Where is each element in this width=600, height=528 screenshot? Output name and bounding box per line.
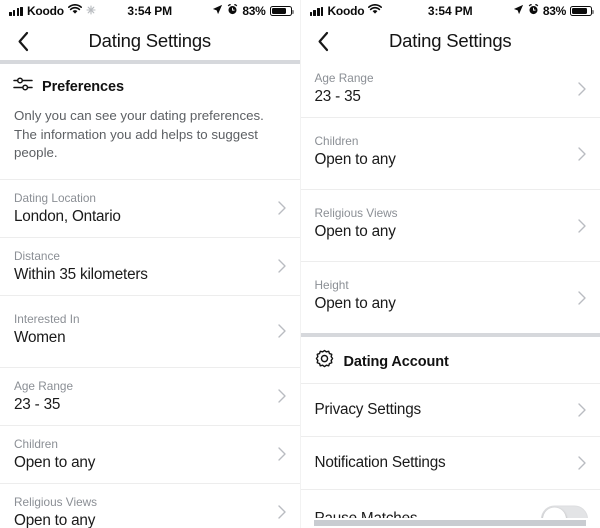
row-value: Privacy Settings: [314, 401, 422, 418]
back-button[interactable]: [311, 28, 337, 54]
right-phone-screen: Koodo 3:54 PM 83% Dating Settings Age Ra…: [300, 0, 600, 528]
left-phone-screen: Koodo 3:54 PM 83% Dating Settings Prefer…: [0, 0, 301, 528]
home-indicator-bar: [300, 518, 600, 528]
chevron-right-icon: [577, 290, 587, 306]
chevron-right-icon: [577, 81, 587, 97]
row-value: Open to any: [314, 223, 396, 240]
row-value: Women: [14, 328, 66, 346]
row-value: London, Ontario: [14, 207, 121, 225]
nav-header-left: Dating Settings: [0, 22, 300, 60]
chevron-right-icon: [277, 258, 287, 274]
row-children[interactable]: Children Open to any: [0, 424, 300, 483]
chevron-right-icon: [277, 200, 287, 216]
row-label: Age Range: [314, 71, 374, 85]
sliders-icon: [13, 76, 33, 97]
row-children[interactable]: Children Open to any: [300, 117, 600, 189]
chevron-right-icon: [577, 402, 587, 418]
page-title: Dating Settings: [389, 30, 512, 51]
row-label: Religious Views: [314, 206, 398, 220]
row-religious-views[interactable]: Religious Views Open to any: [300, 189, 600, 261]
row-religious-views[interactable]: Religious Views Open to any: [0, 482, 300, 528]
chevron-right-icon: [277, 388, 287, 404]
row-value: Notification Settings: [314, 454, 446, 471]
chevron-right-icon: [577, 146, 587, 162]
preferences-section-label: Preferences: [42, 78, 124, 95]
chevron-right-icon: [277, 504, 287, 520]
row-value: Open to any: [314, 151, 396, 168]
preferences-section-header: Preferences: [0, 64, 300, 105]
gear-icon: [314, 349, 335, 375]
row-interested-in[interactable]: Interested In Women: [0, 294, 300, 367]
row-dating-location[interactable]: Dating Location London, Ontario: [0, 178, 300, 237]
row-label: Age Range: [14, 378, 74, 393]
row-label: Children: [314, 134, 359, 148]
nav-header-right: Dating Settings: [300, 22, 600, 60]
preferences-description: Only you can see your dating preferences…: [14, 108, 264, 160]
status-bar-right: Koodo 3:54 PM 83%: [301, 0, 600, 22]
row-label: Children: [14, 436, 58, 451]
row-value: Open to any: [14, 511, 96, 528]
row-value: Open to any: [14, 453, 96, 471]
row-notification-settings[interactable]: Notification Settings: [300, 436, 600, 489]
chevron-right-icon: [577, 455, 587, 471]
row-age-range[interactable]: Age Range 23 - 35: [300, 60, 600, 117]
row-value: 23 - 35: [14, 395, 61, 413]
battery-icon: [269, 5, 294, 17]
back-button[interactable]: [10, 28, 36, 54]
chevron-right-icon: [277, 323, 287, 339]
row-label: Dating Location: [14, 190, 96, 205]
row-label: Interested In: [14, 311, 80, 326]
row-label: Religious Views: [14, 494, 98, 509]
dating-account-section-header: Dating Account: [301, 337, 600, 383]
chevron-right-icon: [277, 446, 287, 462]
chevron-right-icon: [577, 218, 587, 234]
row-value: Open to any: [314, 295, 396, 312]
row-label: Distance: [14, 248, 60, 263]
row-distance[interactable]: Distance Within 35 kilometers: [0, 236, 300, 295]
row-privacy-settings[interactable]: Privacy Settings: [300, 383, 600, 436]
page-title: Dating Settings: [88, 30, 212, 51]
row-value: 23 - 35: [314, 88, 361, 105]
status-bar-left: Koodo 3:54 PM 83%: [0, 0, 300, 22]
battery-icon: [570, 5, 595, 17]
row-value: Within 35 kilometers: [14, 265, 148, 283]
dating-account-section-label: Dating Account: [343, 354, 449, 370]
row-age-range[interactable]: Age Range 23 - 35: [0, 366, 300, 425]
clock-label: 3:54 PM: [127, 4, 173, 18]
clock-label: 3:54 PM: [427, 4, 473, 18]
dual-screenshot-container: Koodo 3:54 PM 83% Dating Settings Prefer…: [0, 0, 600, 528]
row-height[interactable]: Height Open to any: [300, 261, 600, 333]
row-label: Height: [314, 278, 349, 292]
